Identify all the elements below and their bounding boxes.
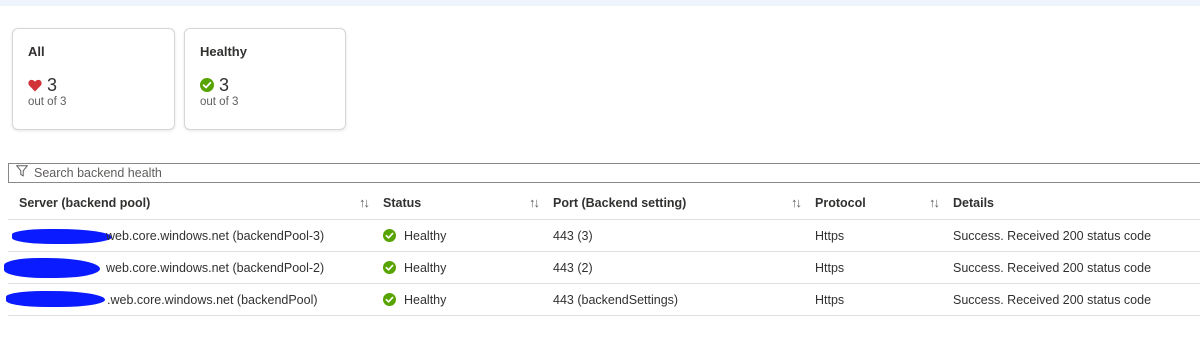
card-count: 3 xyxy=(219,74,230,95)
table-row[interactable]: web.core.windows.net (backendPool-2) Hea… xyxy=(4,251,1200,284)
sort-button-server[interactable]: ↑↓ xyxy=(359,186,383,220)
server-name: web.core.windows.net (backendPool-3) xyxy=(106,228,325,243)
column-header-server[interactable]: Server (backend pool) xyxy=(8,186,359,220)
filter-icon xyxy=(15,164,29,182)
server-name: web.core.windows.net (backendPool-2) xyxy=(106,260,325,275)
status-text: Healthy xyxy=(404,292,447,307)
check-circle-icon xyxy=(200,78,214,92)
summary-card-healthy[interactable]: Healthy 3 out of 3 xyxy=(184,28,346,130)
protocol-cell: Https xyxy=(815,219,929,252)
server-name: .web.core.windows.net (backendPool) xyxy=(107,292,318,307)
protocol-cell: Https xyxy=(815,283,929,316)
status-cell: Healthy xyxy=(383,251,529,284)
search-box[interactable] xyxy=(8,163,1200,183)
details-cell: Success. Received 200 status code xyxy=(953,251,1200,284)
port-cell: 443 (3) xyxy=(553,219,791,252)
sort-arrows-icon: ↑↓ xyxy=(359,195,370,210)
column-header-protocol[interactable]: Protocol xyxy=(815,186,929,220)
sort-button-protocol[interactable]: ↑↓ xyxy=(929,186,953,220)
port-cell: 443 (2) xyxy=(553,251,791,284)
server-cell: web.core.windows.net (backendPool-2) xyxy=(4,251,359,284)
check-circle-icon xyxy=(383,260,397,275)
check-circle-icon xyxy=(383,228,397,243)
sort-arrows-icon: ↑↓ xyxy=(791,195,802,210)
server-cell: web.core.windows.net (backendPool-3) xyxy=(8,219,359,252)
status-text: Healthy xyxy=(404,260,447,275)
backend-health-table: Server (backend pool) ↑↓ Status ↑↓ Port … xyxy=(4,186,1200,316)
details-cell: Success. Received 200 status code xyxy=(953,283,1200,316)
check-circle-icon xyxy=(383,292,397,307)
summary-card-all[interactable]: All 3 out of 3 xyxy=(12,28,175,130)
details-cell: Success. Received 200 status code xyxy=(953,219,1200,252)
sort-button-status[interactable]: ↑↓ xyxy=(529,186,553,220)
column-header-port[interactable]: Port (Backend setting) xyxy=(553,186,791,220)
server-cell: .web.core.windows.net (backendPool) xyxy=(6,283,359,316)
status-text: Healthy xyxy=(404,228,447,243)
port-cell: 443 (backendSettings) xyxy=(553,283,791,316)
sort-button-port[interactable]: ↑↓ xyxy=(791,186,815,220)
sort-arrows-icon: ↑↓ xyxy=(529,195,540,210)
status-cell: Healthy xyxy=(383,283,529,316)
card-title: Healthy xyxy=(200,44,247,59)
card-count: 3 xyxy=(47,74,58,95)
card-subtext: out of 3 xyxy=(200,96,239,108)
top-banner-strip xyxy=(0,0,1200,6)
column-header-details[interactable]: Details xyxy=(953,186,1200,220)
sort-arrows-icon: ↑↓ xyxy=(929,195,940,210)
heart-icon xyxy=(28,79,42,92)
table-header-row: Server (backend pool) ↑↓ Status ↑↓ Port … xyxy=(8,186,1200,220)
protocol-cell: Https xyxy=(815,251,929,284)
column-header-status[interactable]: Status xyxy=(383,186,529,220)
search-input[interactable] xyxy=(34,166,434,180)
card-title: All xyxy=(28,44,45,59)
card-subtext: out of 3 xyxy=(28,96,67,108)
table-row[interactable]: .web.core.windows.net (backendPool) Heal… xyxy=(6,283,1200,316)
table-row[interactable]: web.core.windows.net (backendPool-3) Hea… xyxy=(8,219,1200,252)
status-cell: Healthy xyxy=(383,219,529,252)
